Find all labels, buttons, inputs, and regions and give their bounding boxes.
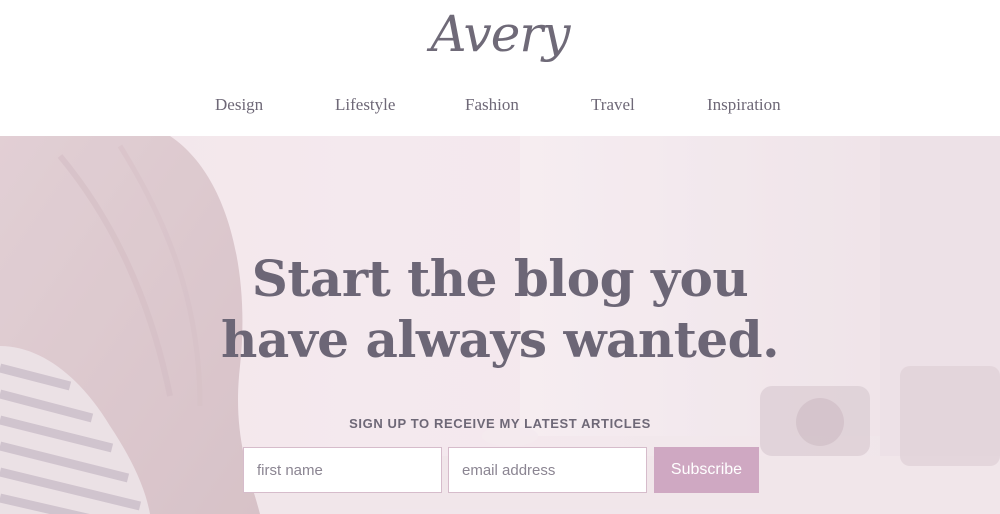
site-logo[interactable]: Avery [0,2,1000,66]
subscribe-button[interactable]: Subscribe [654,447,759,493]
nav-item-lifestyle[interactable]: Lifestyle [335,93,395,117]
nav-item-design[interactable]: Design [215,93,263,117]
hero-headline-line-1: Start the blog you [251,249,749,308]
first-name-field[interactable] [243,447,442,493]
hero-headline-line-2: have always wanted. [220,310,780,369]
nav-item-travel[interactable]: Travel [591,93,635,117]
site-header: Avery Design Lifestyle Fashion Travel In… [0,0,1000,136]
email-field[interactable] [448,447,647,493]
main-nav: Design Lifestyle Fashion Travel Inspirat… [0,93,1000,119]
hero-headline: Start the blog you have always wanted. [0,248,1000,370]
nav-item-fashion[interactable]: Fashion [465,93,519,117]
hero-section: Start the blog you have always wanted. S… [0,136,1000,514]
nav-item-inspiration[interactable]: Inspiration [707,93,781,117]
signup-label: SIGN UP TO RECEIVE MY LATEST ARTICLES [349,416,651,431]
